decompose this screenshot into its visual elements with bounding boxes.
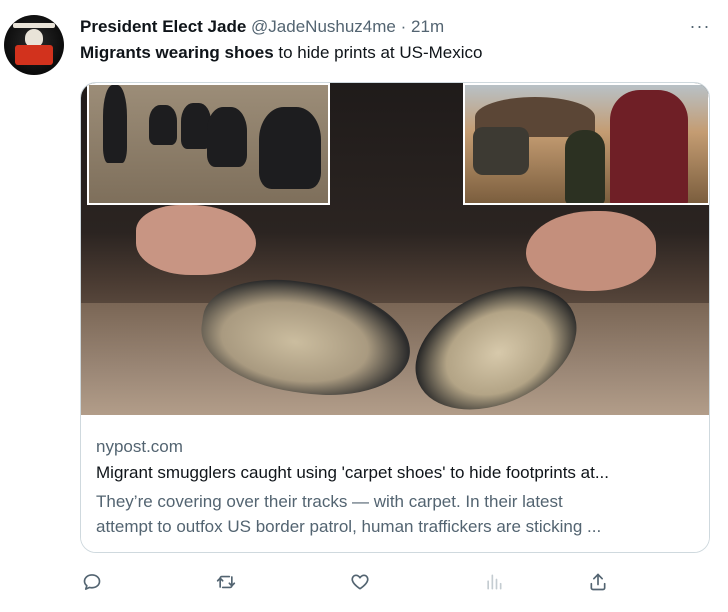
analytics-icon [487,574,502,590]
profile-avatar[interactable] [4,15,64,75]
retweet-icon [216,575,236,589]
tweet-header: President Elect Jade @JadeNushuz4me · 21… [80,17,680,39]
author-display-name[interactable]: President Elect Jade [80,17,246,36]
tweet-actions-bar [80,570,620,598]
retweet-button[interactable] [214,570,238,594]
image-hand-left [136,205,256,275]
heart-icon [351,574,369,590]
author-handle[interactable]: @JadeNushuz4me [251,17,396,36]
inset-atv [473,127,529,175]
avatar-badge [15,45,53,65]
image-inset-right [463,83,709,205]
share-icon [590,573,606,591]
inset-figure [207,107,247,167]
image-hand-right [526,211,656,291]
inset-figure [259,107,321,189]
card-domain: nypost.com [96,437,183,456]
card-description-line-1: They’re covering over their tracks — wit… [96,492,563,511]
reply-icon [83,574,101,590]
header-separator: · [400,17,407,36]
card-description-line-2: attempt to outfox US border patrol, huma… [96,517,602,536]
tweet-text-bold: Migrants wearing shoes [80,43,274,62]
card-image[interactable] [81,83,709,415]
inset-figure [149,105,177,145]
like-button[interactable] [348,570,372,594]
card-title: Migrant smugglers caught using 'carpet s… [96,463,609,482]
card-body[interactable]: nypost.com Migrant smugglers caught usin… [81,416,709,552]
inset-figure [103,85,127,163]
share-button[interactable] [586,570,610,594]
link-preview-card[interactable]: nypost.com Migrant smugglers caught usin… [80,82,710,553]
inset-child-figure [565,130,605,203]
tweet-text-rest: to hide prints at US-Mexico [273,43,483,62]
more-horizontal-icon[interactable]: ··· [688,14,712,38]
tweet-text: Migrants wearing shoes to hide prints at… [80,43,700,63]
avatar-banner [13,23,55,28]
tweet-timestamp[interactable]: 21m [411,17,444,36]
inset-adult-figure [610,90,688,203]
card-description: They’re covering over their tracks — wit… [96,489,694,539]
image-inset-left [87,83,330,205]
reply-button[interactable] [80,570,104,594]
views-button[interactable] [482,570,506,594]
